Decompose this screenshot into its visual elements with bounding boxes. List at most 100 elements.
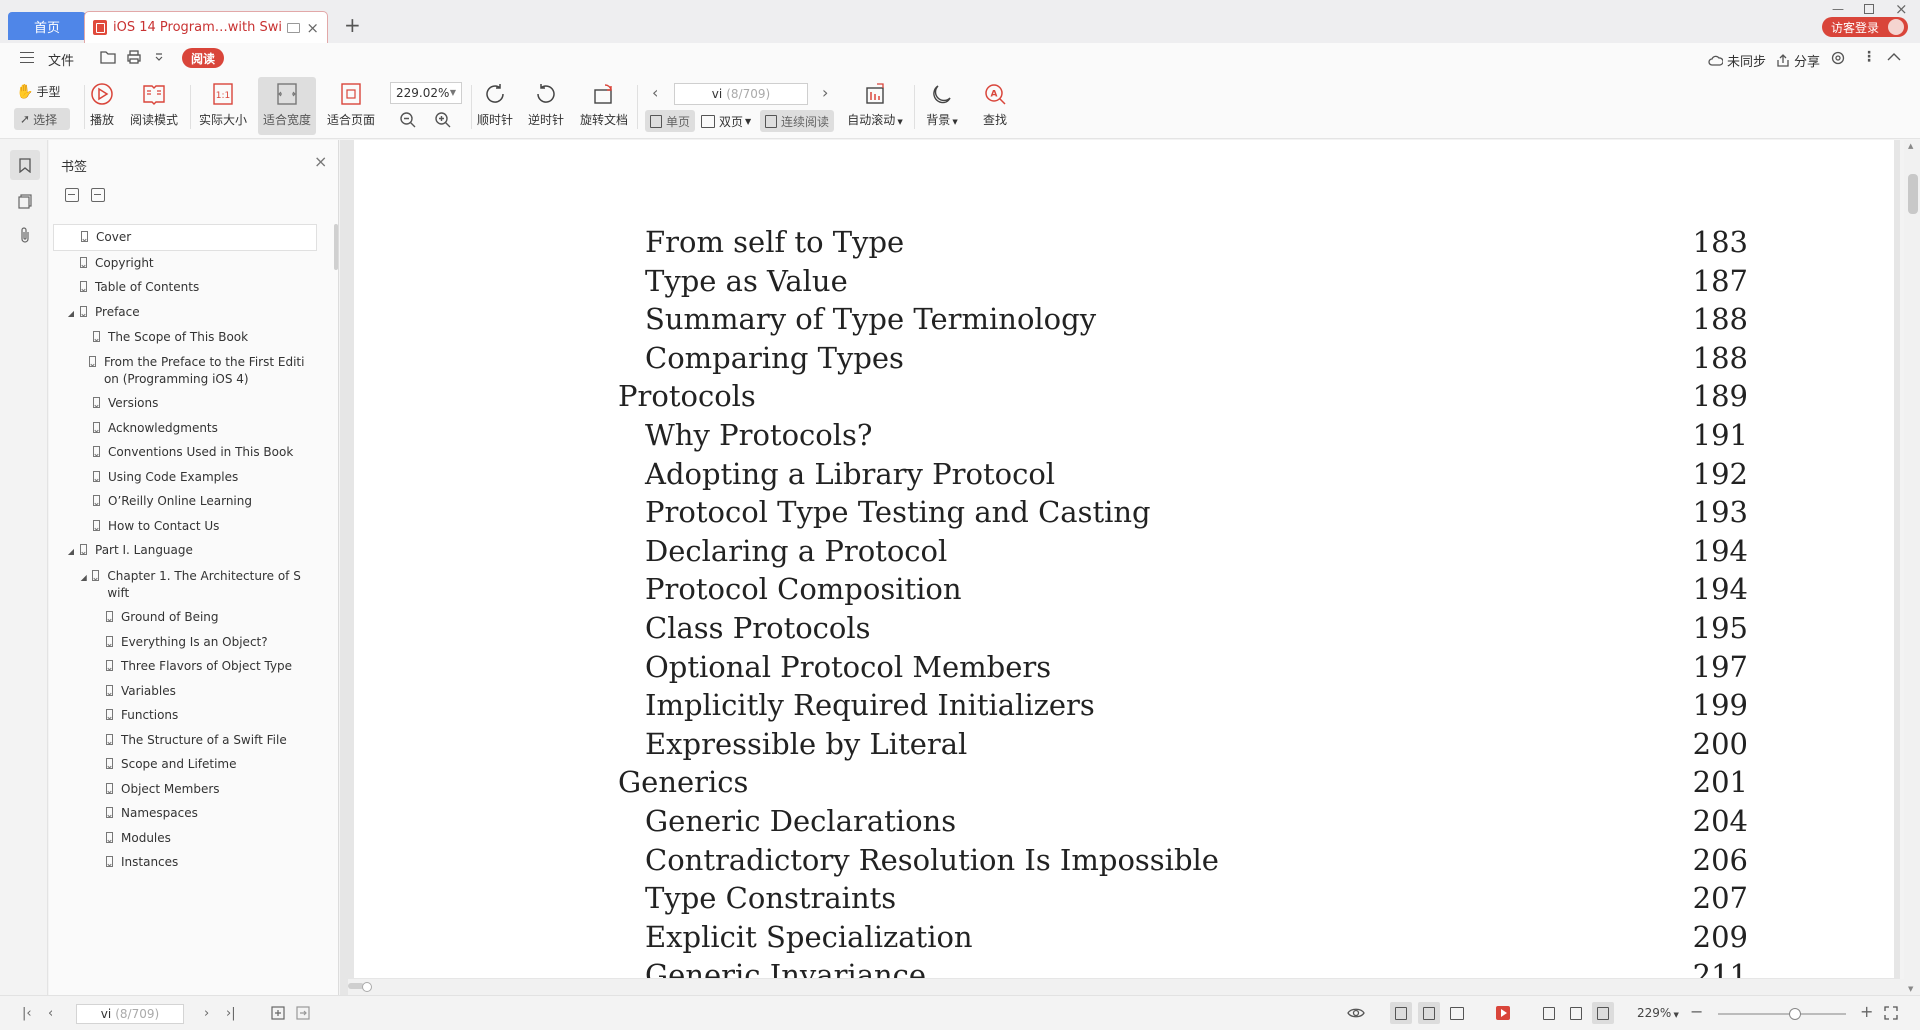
toc-entry[interactable]: Adopting a Library Protocol 192 [618, 455, 1748, 494]
fit-width-status-button[interactable] [1592, 1002, 1614, 1024]
close-panel-icon[interactable]: × [314, 152, 327, 171]
tab-document[interactable]: iOS 14 Program…with Swift.pdf × [84, 11, 328, 43]
toc-entry[interactable]: Declaring a Protocol 194 [618, 532, 1748, 571]
toc-entry[interactable]: Contradictory Resolution Is Impossible 20… [618, 841, 1748, 880]
toc-entry[interactable]: Generic Declarations 204 [618, 802, 1748, 841]
toc-entry[interactable]: Generics 201 [618, 763, 1748, 802]
toc-entry[interactable]: Why Protocols? 191 [618, 416, 1748, 455]
zoom-in-icon[interactable]: + [1860, 1002, 1873, 1021]
bookmark-item[interactable]: Variables [53, 679, 317, 704]
fit-page-button[interactable]: 适合页面 [324, 77, 378, 135]
actual-size-status-button[interactable] [1538, 1002, 1560, 1024]
background-button[interactable]: 背景 ▼ [922, 77, 962, 135]
expand-all-icon[interactable] [65, 188, 79, 202]
collapse-all-icon[interactable] [91, 188, 105, 202]
minimize-icon[interactable]: — [1832, 2, 1844, 16]
document-viewport[interactable]: From self to Type 183 Type as Value 187 Summ… [340, 140, 1900, 995]
file-menu[interactable]: 文件 [48, 50, 74, 69]
toc-entry[interactable]: Protocol Type Testing and Casting 193 [618, 493, 1748, 532]
bookmark-item[interactable]: Using Code Examples [53, 465, 317, 490]
bookmark-item[interactable]: Instances [53, 850, 317, 875]
more-icon[interactable]: ⋮ [1862, 49, 1876, 65]
toc-entry[interactable]: Optional Protocol Members 197 [618, 648, 1748, 687]
bookmark-item[interactable]: Ground of Being [53, 605, 317, 630]
bookmark-item[interactable]: Versions [53, 391, 317, 416]
bookmark-item[interactable]: How to Contact Us [53, 514, 317, 539]
toc-entry[interactable]: Summary of Type Terminology 188 [618, 300, 1748, 339]
bookmark-item[interactable]: ◢ Part I. Language [53, 538, 317, 564]
zoom-select[interactable]: 229.02% ▼ [390, 82, 462, 104]
maximize-icon[interactable] [1864, 4, 1874, 14]
toc-entry[interactable]: From self to Type 183 [618, 223, 1748, 262]
bookmark-item[interactable]: Three Flavors of Object Type [53, 654, 317, 679]
settings-icon[interactable] [1831, 51, 1845, 65]
expand-toggle-icon[interactable]: ◢ [66, 543, 76, 560]
close-tab-icon[interactable]: × [306, 19, 319, 37]
fullscreen-icon[interactable] [1884, 1006, 1898, 1020]
bookmark-item[interactable]: Namespaces [53, 801, 317, 826]
rotate-document-button[interactable]: 旋转文档 [578, 77, 630, 135]
attachments-tab[interactable] [10, 220, 40, 250]
fit-page-status-button[interactable] [1565, 1002, 1587, 1024]
actual-size-button[interactable]: 1:1 实际大小 [197, 77, 249, 135]
bookmark-item[interactable]: The Scope of This Book [53, 325, 317, 350]
find-button[interactable]: A 查找 [980, 77, 1010, 135]
menu-icon[interactable] [20, 52, 34, 63]
more-dropdown-icon[interactable] [154, 50, 164, 64]
close-window-icon[interactable]: × [1895, 0, 1908, 18]
bookmark-item[interactable]: Table of Contents [53, 275, 317, 300]
horizontal-scrollbar[interactable] [348, 979, 1904, 995]
thumbnails-tab[interactable] [10, 186, 40, 216]
bookmark-item[interactable]: Modules [53, 826, 317, 851]
collapse-ribbon-icon[interactable] [1887, 52, 1901, 62]
expand-toggle-icon[interactable]: ◢ [79, 569, 88, 586]
continuous-mode-button[interactable] [1390, 1002, 1412, 1024]
double-page-mode-button[interactable] [1446, 1002, 1468, 1024]
open-folder-icon[interactable] [100, 50, 116, 64]
bookmark-item[interactable]: Scope and Lifetime [53, 752, 317, 777]
scroll-down-icon[interactable]: ▼ [1908, 985, 1913, 993]
toc-entry[interactable]: Explicit Specialization 209 [618, 918, 1748, 957]
continuous-reading-button[interactable]: 连续阅读 [760, 110, 835, 132]
bookmark-item[interactable]: Acknowledgments [53, 416, 317, 441]
auto-scroll-button[interactable]: 自动滚动 ▼ [846, 77, 904, 135]
zoom-out-icon[interactable]: − [1690, 1002, 1703, 1021]
new-tab-button[interactable]: + [344, 15, 361, 35]
status-page-input[interactable]: vi (8/709) [76, 1004, 184, 1024]
bookmark-item[interactable]: ◢ Chapter 1. The Architecture of Swift [53, 564, 317, 606]
play-button[interactable]: 播放 [88, 77, 116, 135]
toc-entry[interactable]: Type as Value 187 [618, 262, 1748, 301]
double-page-button[interactable]: 双页 ▼ [696, 110, 756, 132]
zoom-slider[interactable] [1718, 1008, 1846, 1020]
bookmark-item[interactable]: Cover [53, 224, 317, 251]
hand-tool-button[interactable]: ✋ 手型 [16, 83, 60, 100]
read-mode-button[interactable]: 阅读模式 [128, 77, 180, 135]
bookmark-item[interactable]: Conventions Used in This Book [53, 440, 317, 465]
eye-care-icon[interactable] [1347, 1005, 1365, 1021]
toc-entry[interactable]: Protocol Composition 194 [618, 570, 1748, 609]
bookmarks-tab[interactable] [10, 150, 40, 180]
toc-entry[interactable]: Expressible by Literal 200 [618, 725, 1748, 764]
first-page-icon[interactable]: |‹ [22, 1006, 32, 1021]
vertical-scrollbar[interactable]: ▲ ▼ [1904, 140, 1920, 995]
zoom-level-select[interactable]: 229% ▼ [1637, 1006, 1679, 1020]
expand-toggle-icon[interactable]: ◢ [66, 305, 76, 322]
previous-page-icon[interactable]: ‹ [48, 1006, 53, 1021]
bookmark-item[interactable]: The Structure of a Swift File [53, 728, 317, 753]
toc-entry[interactable]: Generic Invariance 211 [618, 956, 1748, 978]
zoom-in-icon[interactable] [434, 111, 452, 129]
toc-entry[interactable]: Implicitly Required Initializers 199 [618, 686, 1748, 725]
select-tool-button[interactable]: ➚ 选择 [14, 108, 70, 130]
rotate-counterclockwise-button[interactable]: 逆时针 [526, 77, 566, 135]
read-mode-badge[interactable]: 阅读 [182, 48, 224, 68]
play-slideshow-button[interactable] [1492, 1002, 1514, 1024]
zoom-out-icon[interactable] [399, 111, 417, 129]
single-page-mode-button[interactable] [1418, 1002, 1440, 1024]
bookmark-item[interactable]: Everything Is an Object? [53, 630, 317, 655]
vertical-scroll-thumb[interactable] [1908, 174, 1918, 214]
bookmark-item[interactable]: Object Members [53, 777, 317, 802]
print-icon[interactable] [126, 50, 142, 64]
next-page-icon[interactable]: › [204, 1006, 209, 1021]
next-page-icon[interactable]: › [822, 83, 828, 102]
bookmark-item[interactable]: O’Reilly Online Learning [53, 489, 317, 514]
